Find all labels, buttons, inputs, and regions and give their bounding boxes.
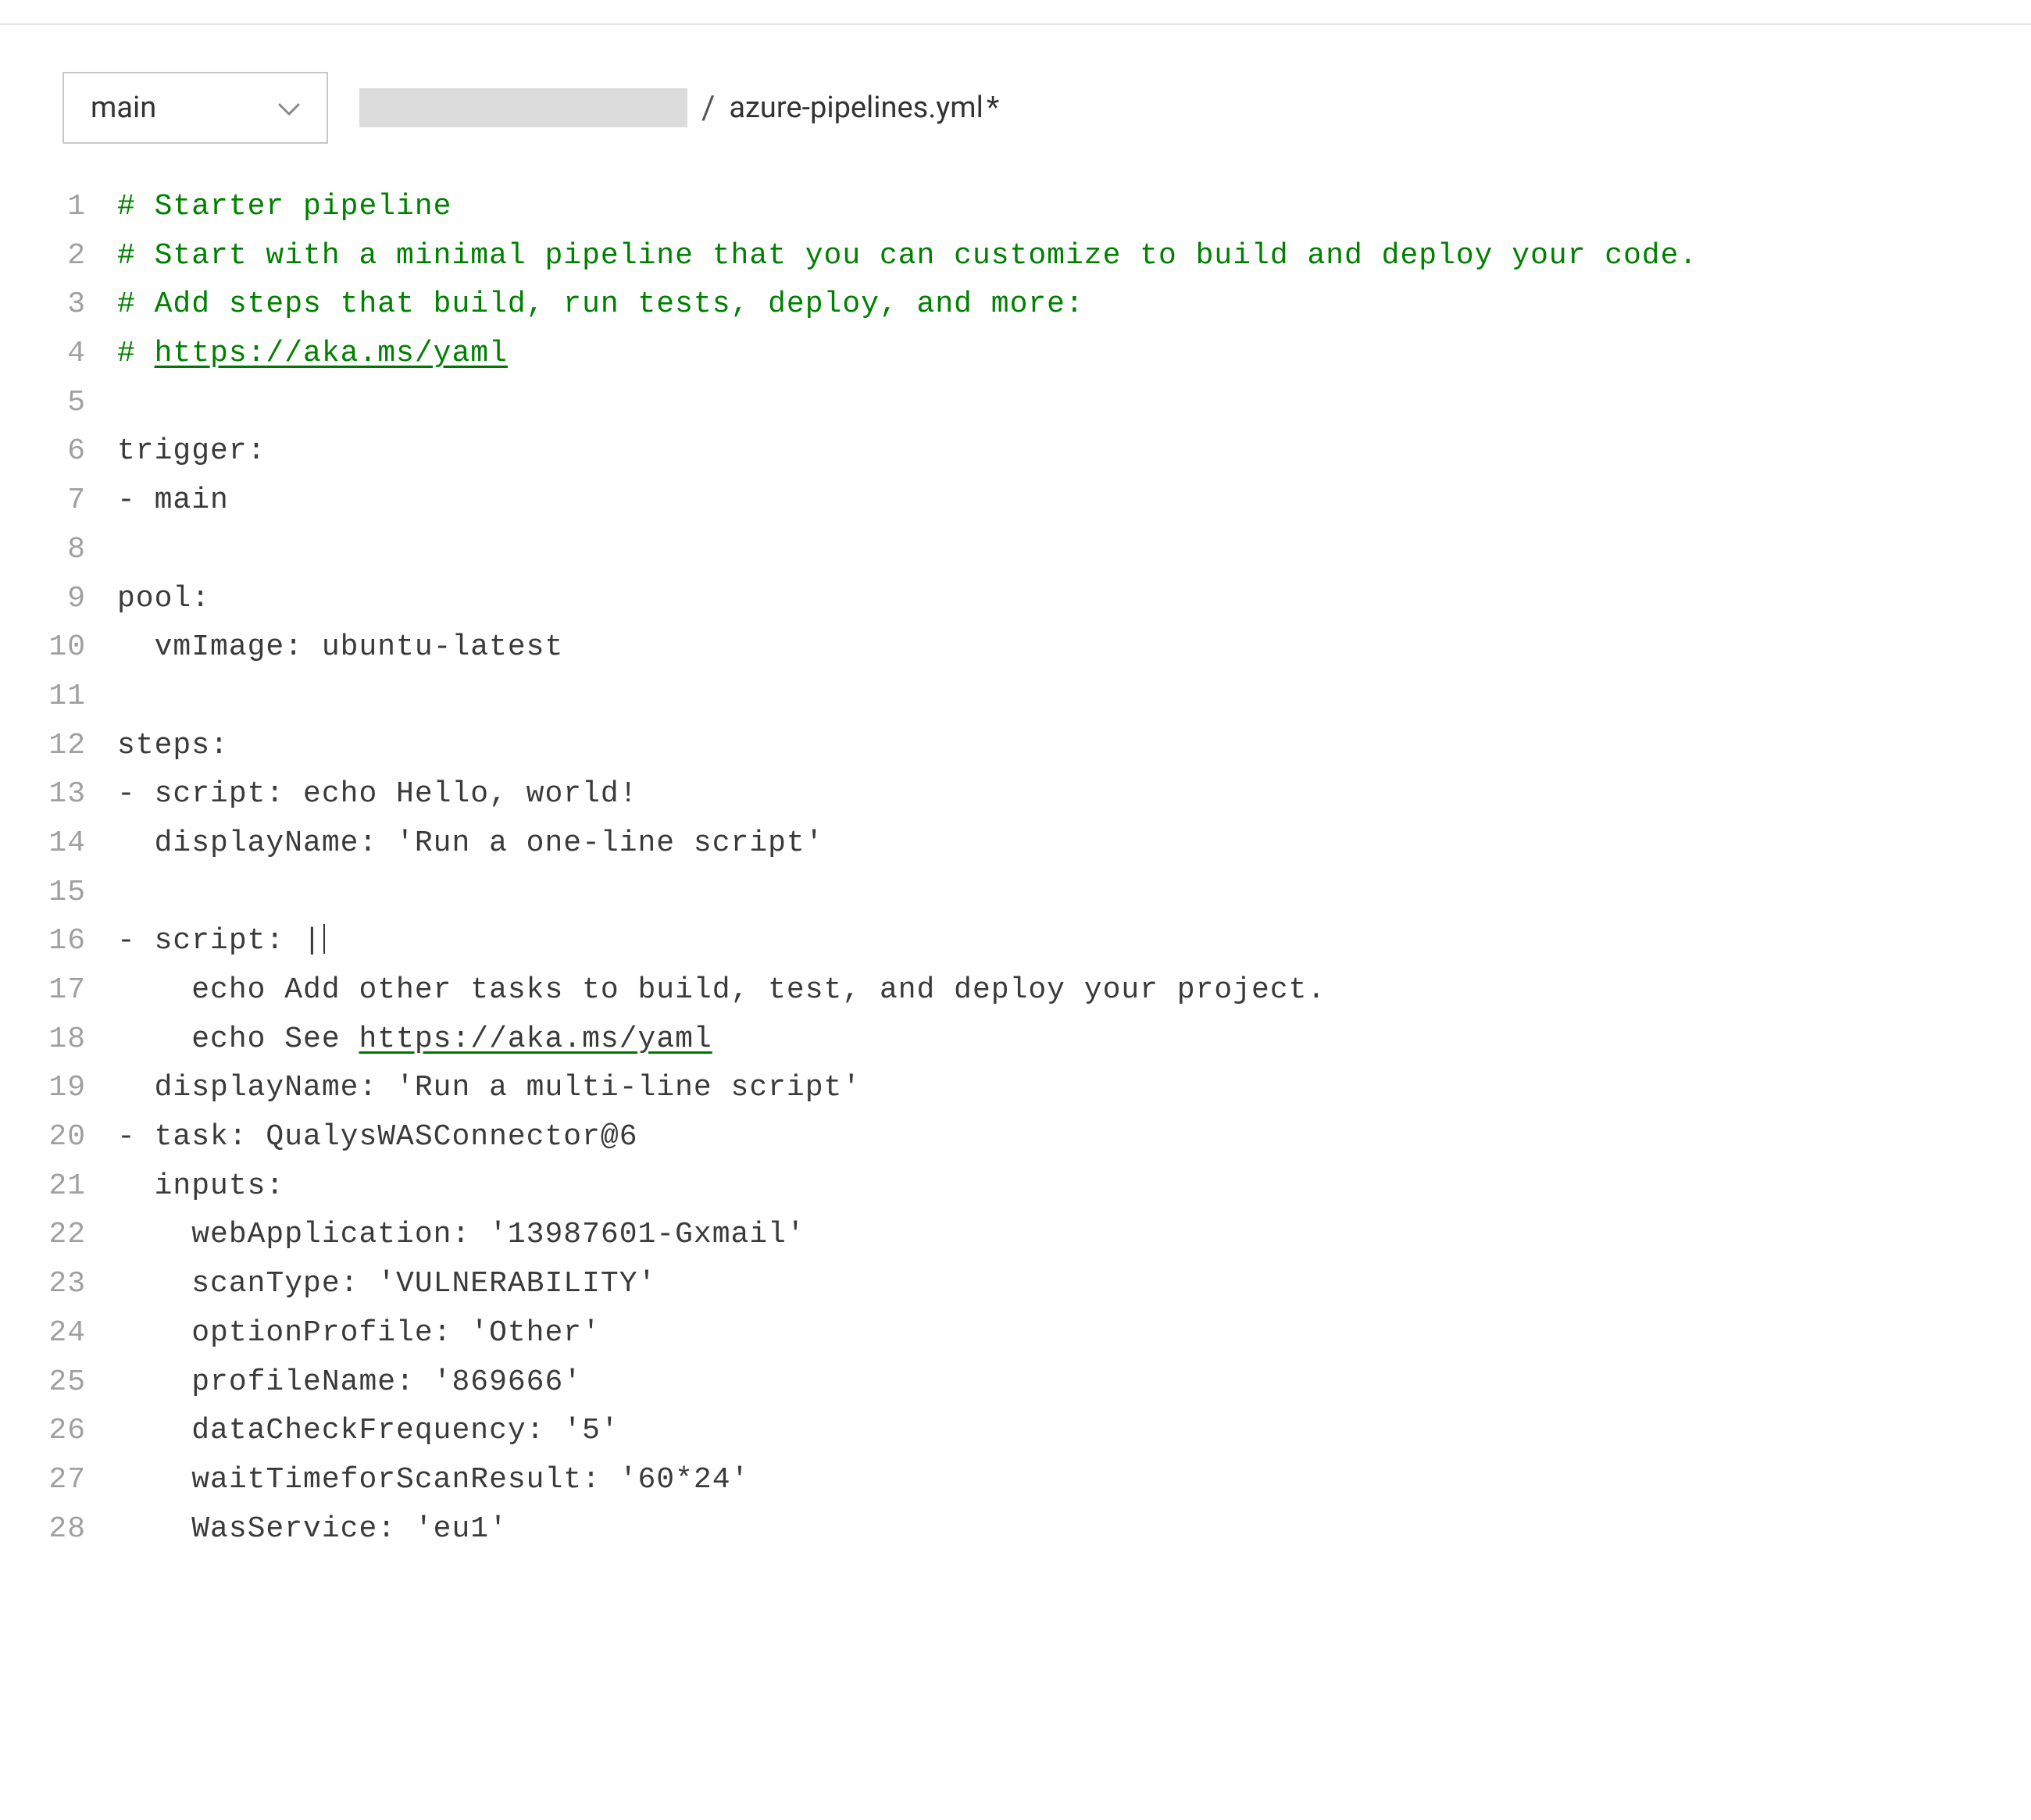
code-line[interactable]: 27 waitTimeforScanResult: '60*24' xyxy=(31,1456,1969,1505)
line-number: 16 xyxy=(31,917,117,966)
code-content[interactable]: # Starter pipeline xyxy=(117,183,452,232)
code-line[interactable]: 24 optionProfile: 'Other' xyxy=(31,1309,1969,1358)
code-line[interactable]: 28 WasService: 'eu1' xyxy=(31,1505,1969,1554)
code-content[interactable]: webApplication: '13987601-Gxmail' xyxy=(117,1211,805,1260)
code-content[interactable]: - main xyxy=(117,476,229,526)
code-content[interactable]: displayName: 'Run a one-line script' xyxy=(117,819,824,869)
code-line[interactable]: 4# https://aka.ms/yaml xyxy=(31,330,1969,379)
branch-selector[interactable]: main xyxy=(62,72,328,144)
code-line[interactable]: 15 xyxy=(31,869,1969,918)
code-line[interactable]: 3# Add steps that build, run tests, depl… xyxy=(31,280,1969,330)
breadcrumb-file[interactable]: azure-pipelines.yml* xyxy=(729,91,999,125)
code-line[interactable]: 20- task: QualysWASConnector@6 xyxy=(31,1113,1969,1162)
code-line[interactable]: 23 scanType: 'VULNERABILITY' xyxy=(31,1260,1969,1309)
toolbar: main / azure-pipelines.yml* xyxy=(0,23,2031,167)
code-content[interactable]: # Add steps that build, run tests, deplo… xyxy=(117,280,1084,330)
line-number: 13 xyxy=(31,770,117,819)
code-content[interactable]: - script: echo Hello, world! xyxy=(117,770,638,819)
line-number: 10 xyxy=(31,623,117,673)
code-content[interactable]: # https://aka.ms/yaml xyxy=(117,330,508,379)
code-line[interactable]: 1# Starter pipeline xyxy=(31,183,1969,232)
code-content[interactable]: WasService: 'eu1' xyxy=(117,1505,508,1554)
line-number: 8 xyxy=(31,526,117,575)
line-number: 19 xyxy=(31,1064,117,1113)
line-number: 6 xyxy=(31,427,117,476)
code-line[interactable]: 11 xyxy=(31,673,1969,722)
code-line[interactable]: 26 dataCheckFrequency: '5' xyxy=(31,1407,1969,1456)
code-line[interactable]: 16- script: | xyxy=(31,917,1969,966)
code-line[interactable]: 21 inputs: xyxy=(31,1162,1969,1212)
code-content[interactable]: trigger: xyxy=(117,427,266,476)
line-number: 4 xyxy=(31,330,117,379)
code-line[interactable]: 7- main xyxy=(31,476,1969,526)
breadcrumb: / azure-pipelines.yml* xyxy=(359,88,999,127)
code-line[interactable]: 10 vmImage: ubuntu-latest xyxy=(31,623,1969,673)
dirty-indicator: * xyxy=(987,91,999,125)
line-number: 24 xyxy=(31,1309,117,1358)
line-number: 3 xyxy=(31,280,117,330)
line-number: 18 xyxy=(31,1015,117,1065)
line-number: 7 xyxy=(31,476,117,526)
line-number: 15 xyxy=(31,869,117,918)
code-line[interactable]: 9pool: xyxy=(31,575,1969,624)
line-number: 17 xyxy=(31,966,117,1015)
branch-name: main xyxy=(91,91,156,125)
line-number: 14 xyxy=(31,819,117,869)
code-content[interactable]: # Start with a minimal pipeline that you… xyxy=(117,232,1697,281)
text-cursor xyxy=(323,924,325,954)
code-content[interactable]: displayName: 'Run a multi-line script' xyxy=(117,1064,861,1113)
line-number: 22 xyxy=(31,1211,117,1260)
code-line[interactable]: 13- script: echo Hello, world! xyxy=(31,770,1969,819)
code-content[interactable]: optionProfile: 'Other' xyxy=(117,1309,601,1358)
code-content[interactable]: profileName: '869666' xyxy=(117,1358,582,1408)
code-line[interactable]: 6trigger: xyxy=(31,427,1969,476)
line-number: 25 xyxy=(31,1358,117,1408)
chevron-down-icon xyxy=(278,91,300,125)
line-number: 28 xyxy=(31,1505,117,1554)
code-line[interactable]: 17 echo Add other tasks to build, test, … xyxy=(31,966,1969,1015)
line-number: 26 xyxy=(31,1407,117,1456)
code-line[interactable]: 25 profileName: '869666' xyxy=(31,1358,1969,1408)
code-content[interactable]: waitTimeforScanResult: '60*24' xyxy=(117,1456,749,1505)
code-content[interactable]: - script: | xyxy=(117,917,325,966)
code-content[interactable]: scanType: 'VULNERABILITY' xyxy=(117,1260,656,1309)
code-content[interactable]: vmImage: ubuntu-latest xyxy=(117,623,563,673)
code-line[interactable]: 2# Start with a minimal pipeline that yo… xyxy=(31,232,1969,281)
url-link[interactable]: https://aka.ms/yaml xyxy=(155,337,508,370)
code-content[interactable]: inputs: xyxy=(117,1162,284,1212)
code-line[interactable]: 8 xyxy=(31,526,1969,575)
code-line[interactable]: 18 echo See https://aka.ms/yaml xyxy=(31,1015,1969,1065)
code-content[interactable]: pool: xyxy=(117,575,210,624)
url-link[interactable]: https://aka.ms/yaml xyxy=(359,1022,712,1056)
code-line[interactable]: 22 webApplication: '13987601-Gxmail' xyxy=(31,1211,1969,1260)
code-content[interactable]: dataCheckFrequency: '5' xyxy=(117,1407,619,1456)
line-number: 2 xyxy=(31,232,117,281)
code-content[interactable]: steps: xyxy=(117,722,229,771)
line-number: 1 xyxy=(31,183,117,232)
code-line[interactable]: 5 xyxy=(31,379,1969,428)
breadcrumb-separator: / xyxy=(701,89,715,127)
line-number: 20 xyxy=(31,1113,117,1162)
line-number: 12 xyxy=(31,722,117,771)
code-line[interactable]: 19 displayName: 'Run a multi-line script… xyxy=(31,1064,1969,1113)
line-number: 11 xyxy=(31,673,117,722)
line-number: 21 xyxy=(31,1162,117,1212)
code-content[interactable]: - task: QualysWASConnector@6 xyxy=(117,1113,638,1162)
code-editor[interactable]: 1# Starter pipeline2# Start with a minim… xyxy=(0,167,2031,1585)
line-number: 27 xyxy=(31,1456,117,1505)
line-number: 5 xyxy=(31,379,117,428)
line-number: 9 xyxy=(31,575,117,624)
breadcrumb-repo-redacted xyxy=(359,88,687,127)
code-content[interactable]: echo Add other tasks to build, test, and… xyxy=(117,966,1326,1015)
line-number: 23 xyxy=(31,1260,117,1309)
code-content[interactable]: echo See https://aka.ms/yaml xyxy=(117,1015,712,1065)
code-line[interactable]: 14 displayName: 'Run a one-line script' xyxy=(31,819,1969,869)
code-line[interactable]: 12steps: xyxy=(31,722,1969,771)
